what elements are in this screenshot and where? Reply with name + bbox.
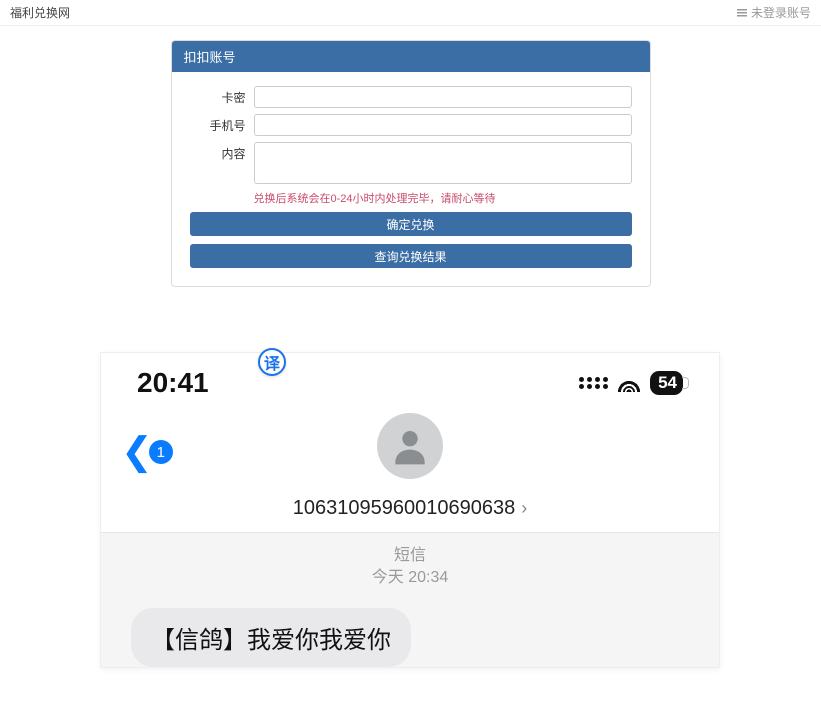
content-label: 内容 bbox=[190, 142, 254, 162]
phone-input[interactable] bbox=[254, 114, 632, 136]
status-right: 54 bbox=[579, 371, 683, 395]
card-input[interactable] bbox=[254, 86, 632, 108]
unread-badge: 1 bbox=[149, 440, 173, 464]
nav-row: ❮ 1 bbox=[101, 409, 719, 489]
avatar[interactable] bbox=[377, 413, 443, 479]
message-area: 短信 今天 20:34 【信鸽】我爱你我爱你 bbox=[101, 533, 719, 667]
card-row: 卡密 bbox=[190, 86, 632, 108]
panel-wrap: 扣扣账号 卡密 手机号 内容 兑换后系统会在0-24小时内处理完毕，请耐心等待 … bbox=[0, 26, 821, 287]
sender-row[interactable]: 10631095960010690638 › bbox=[101, 489, 719, 533]
login-status[interactable]: 未登录账号 bbox=[737, 4, 811, 21]
battery-indicator: 54 bbox=[650, 371, 683, 395]
login-status-text: 未登录账号 bbox=[751, 4, 811, 21]
content-row: 内容 bbox=[190, 142, 632, 184]
message-bubble: 【信鸽】我爱你我爱你 bbox=[131, 608, 411, 667]
hint-text: 兑换后系统会在0-24小时内处理完毕，请耐心等待 bbox=[254, 190, 496, 208]
bubble-row: 【信鸽】我爱你我爱你 bbox=[101, 590, 719, 667]
person-icon bbox=[388, 424, 432, 468]
topbar: 福利兑换网 未登录账号 bbox=[0, 0, 821, 26]
signal-icon bbox=[579, 377, 608, 389]
thread-meta: 短信 今天 20:34 bbox=[101, 533, 719, 590]
chevron-right-icon: › bbox=[521, 498, 527, 519]
sender-name-row: 10631095960010690638 › bbox=[293, 497, 527, 520]
redeem-panel: 扣扣账号 卡密 手机号 内容 兑换后系统会在0-24小时内处理完毕，请耐心等待 … bbox=[171, 40, 651, 287]
query-button[interactable]: 查询兑换结果 bbox=[190, 244, 632, 268]
phone-row: 手机号 bbox=[190, 114, 632, 136]
wifi-icon bbox=[618, 374, 640, 392]
thread-label: 短信 bbox=[101, 545, 719, 567]
confirm-button[interactable]: 确定兑换 bbox=[190, 212, 632, 236]
back-button[interactable]: ❮ 1 bbox=[121, 433, 173, 471]
site-name: 福利兑换网 bbox=[10, 4, 70, 21]
phone-label: 手机号 bbox=[190, 114, 254, 134]
status-time: 20:41 bbox=[137, 367, 209, 399]
phone-screenshot: 译 20:41 54 ❮ 1 bbox=[100, 352, 720, 668]
status-bar: 20:41 54 bbox=[101, 353, 719, 409]
panel-title: 扣扣账号 bbox=[172, 41, 650, 72]
sender-number: 10631095960010690638 bbox=[293, 497, 515, 520]
phone-frame: 20:41 54 ❮ 1 bbox=[100, 352, 720, 668]
panel-body: 卡密 手机号 内容 兑换后系统会在0-24小时内处理完毕，请耐心等待 确定兑换 … bbox=[172, 72, 650, 286]
content-textarea[interactable] bbox=[254, 142, 632, 184]
menu-icon bbox=[737, 9, 747, 17]
translate-icon[interactable]: 译 bbox=[258, 348, 286, 376]
hint-row: 兑换后系统会在0-24小时内处理完毕，请耐心等待 bbox=[190, 190, 632, 208]
card-label: 卡密 bbox=[190, 86, 254, 106]
thread-timestamp: 今天 20:34 bbox=[101, 567, 719, 589]
avatar-column bbox=[377, 413, 443, 479]
